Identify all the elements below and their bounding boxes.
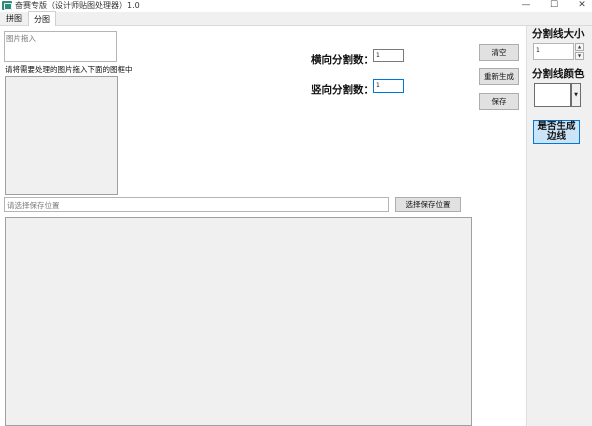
maximize-button[interactable]: ☐ [547, 0, 561, 11]
clear-button[interactable]: 清空 [479, 44, 519, 61]
tab-puzzle[interactable]: 拼图 [1, 12, 27, 26]
tab-strip: 拼图 分图 [0, 11, 592, 26]
line-size-input[interactable]: 1 [533, 43, 574, 60]
generate-border-button[interactable]: 是否生成边线 [533, 120, 580, 144]
right-settings-panel: 分割线大小 1 ▲ ▼ 分割线颜色 ▼ 是否生成边线 [526, 26, 592, 426]
minimize-button[interactable]: — [519, 0, 533, 11]
regenerate-button[interactable]: 重新生成 [479, 68, 519, 85]
spin-down-button[interactable]: ▼ [575, 52, 584, 60]
image-drop-placeholder: 图片拖入 [6, 34, 36, 43]
preview-area[interactable] [5, 217, 472, 426]
save-button[interactable]: 保存 [479, 93, 519, 110]
image-frame[interactable] [5, 76, 118, 195]
horizontal-split-input[interactable]: 1 [373, 49, 404, 62]
line-size-label: 分割线大小 [532, 28, 585, 40]
close-button[interactable]: ✕ [575, 0, 589, 11]
choose-save-location-button[interactable]: 选择保存位置 [395, 197, 461, 212]
line-color-swatch[interactable] [534, 83, 571, 107]
save-path-field[interactable]: 请选择保存位置 [4, 197, 389, 212]
vertical-split-input[interactable]: 1 [373, 79, 404, 93]
horizontal-split-label: 横向分割数： [311, 54, 374, 66]
line-color-label: 分割线颜色 [532, 68, 585, 80]
window-title: 奋赛专版（设计师贴图处理器）1.0 [15, 1, 140, 10]
spin-up-button[interactable]: ▲ [575, 43, 584, 51]
color-dropdown-button[interactable]: ▼ [571, 83, 581, 107]
line-size-value: 1 [536, 47, 540, 54]
image-drop-field[interactable]: 图片拖入 [4, 31, 117, 62]
drag-instruction-label: 请将需要处理的图片拖入下面的图框中 [5, 65, 133, 74]
vertical-split-label: 竖向分割数： [311, 84, 374, 96]
app-icon [2, 1, 12, 10]
title-bar[interactable]: 奋赛专版（设计师贴图处理器）1.0 — ☐ ✕ [0, 0, 592, 12]
split-tab-panel: 图片拖入 请将需要处理的图片拖入下面的图框中 横向分割数： 1 竖向分割数： 1… [0, 26, 526, 426]
save-path-placeholder: 请选择保存位置 [7, 201, 60, 210]
tab-split[interactable]: 分图 [28, 11, 56, 26]
